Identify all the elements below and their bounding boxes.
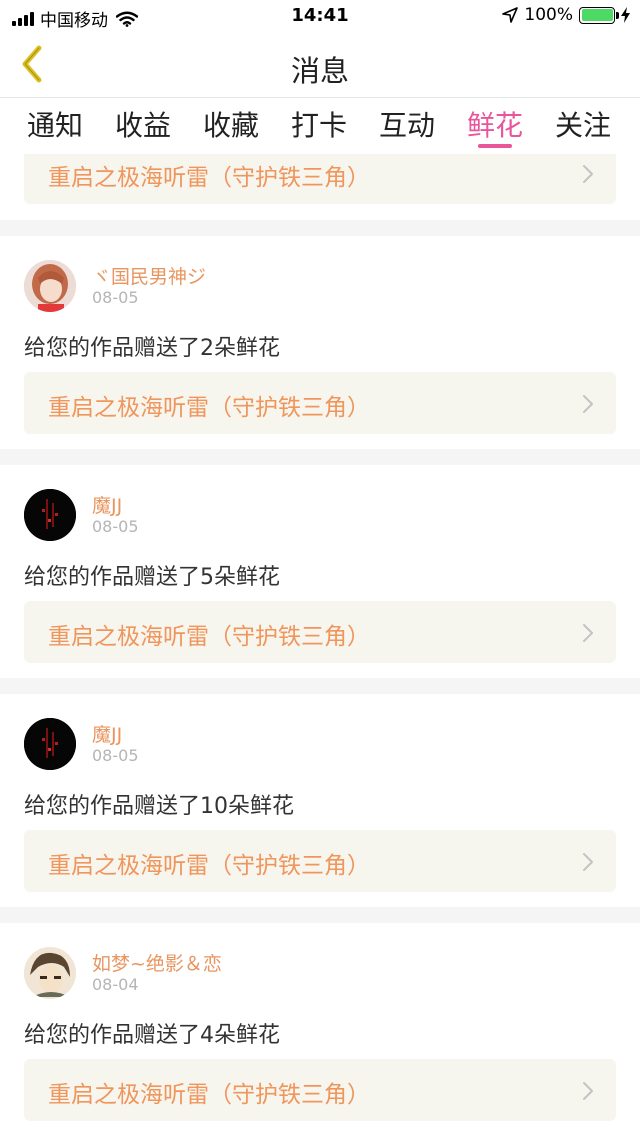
sender-name[interactable]: 魔JJ bbox=[92, 720, 122, 747]
work-title: 重启之极海听雷（守护铁三角） bbox=[48, 395, 370, 421]
nav-bar: 消息 bbox=[0, 32, 640, 98]
flower-message-list: 重启之极海听雷（守护铁三角） ヾ国民男神ジ 08-05 给您的作品赠送了2朵鲜花… bbox=[0, 154, 640, 1138]
work-link[interactable]: 重启之极海听雷（守护铁三角） bbox=[24, 372, 616, 434]
message-date: 08-05 bbox=[92, 746, 139, 765]
page-title: 消息 bbox=[290, 54, 349, 88]
avatar-image bbox=[24, 260, 76, 312]
avatar[interactable] bbox=[24, 260, 76, 312]
chevron-right-icon bbox=[583, 624, 593, 642]
sender-name[interactable]: 如梦~绝影＆恋 bbox=[92, 949, 222, 976]
avatar[interactable] bbox=[24, 947, 76, 999]
chevron-right-icon bbox=[583, 165, 593, 183]
work-link[interactable]: 重启之极海听雷（守护铁三角） bbox=[24, 154, 616, 204]
list-item: ヾ国民男神ジ 08-05 给您的作品赠送了2朵鲜花 重启之极海听雷（守护铁三角） bbox=[0, 236, 640, 449]
avatar-image bbox=[24, 489, 76, 541]
sender-name[interactable]: ヾ国民男神ジ bbox=[92, 262, 206, 289]
chevron-right-icon bbox=[583, 395, 593, 413]
sender-name[interactable]: 魔JJ bbox=[92, 491, 122, 518]
tab-interactions[interactable]: 互动 bbox=[375, 104, 439, 144]
message-date: 08-05 bbox=[92, 288, 139, 307]
avatar-image bbox=[24, 947, 76, 999]
tab-favorites[interactable]: 收藏 bbox=[199, 104, 263, 144]
work-title: 重启之极海听雷（守护铁三角） bbox=[48, 853, 370, 879]
status-bar: 中国移动 14:41 100% bbox=[0, 0, 640, 32]
message-date: 08-04 bbox=[92, 975, 139, 994]
message-text: 给您的作品赠送了4朵鲜花 bbox=[24, 1023, 280, 1048]
work-title: 重启之极海听雷（守护铁三角） bbox=[48, 1082, 370, 1108]
work-link[interactable]: 重启之极海听雷（守护铁三角） bbox=[24, 830, 616, 892]
avatar[interactable] bbox=[24, 489, 76, 541]
status-right: 100% bbox=[502, 5, 630, 25]
battery-percent: 100% bbox=[524, 5, 573, 25]
chevron-right-icon bbox=[583, 853, 593, 871]
avatar-image bbox=[24, 718, 76, 770]
active-tab-indicator bbox=[478, 144, 512, 148]
message-text: 给您的作品赠送了5朵鲜花 bbox=[24, 565, 280, 590]
list-item: 如梦~绝影＆恋 08-04 给您的作品赠送了4朵鲜花 重启之极海听雷（守护铁三角… bbox=[0, 923, 640, 1138]
work-link[interactable]: 重启之极海听雷（守护铁三角） bbox=[24, 1059, 616, 1121]
tab-checkin[interactable]: 打卡 bbox=[287, 104, 351, 144]
charging-bolt-icon bbox=[621, 7, 630, 23]
tab-notifications[interactable]: 通知 bbox=[23, 104, 87, 144]
work-link[interactable]: 重启之极海听雷（守护铁三角） bbox=[24, 601, 616, 663]
list-item: 魔JJ 08-05 给您的作品赠送了10朵鲜花 重启之极海听雷（守护铁三角） bbox=[0, 694, 640, 907]
tab-flowers[interactable]: 鲜花 bbox=[463, 104, 527, 144]
message-text: 给您的作品赠送了10朵鲜花 bbox=[24, 794, 294, 819]
battery-icon bbox=[579, 6, 619, 24]
avatar[interactable] bbox=[24, 718, 76, 770]
message-text: 给您的作品赠送了2朵鲜花 bbox=[24, 336, 280, 361]
tab-following[interactable]: 关注 bbox=[551, 104, 615, 144]
location-arrow-icon bbox=[502, 7, 519, 23]
work-title: 重启之极海听雷（守护铁三角） bbox=[48, 624, 370, 650]
list-item: 魔JJ 08-05 给您的作品赠送了5朵鲜花 重启之极海听雷（守护铁三角） bbox=[0, 465, 640, 678]
message-date: 08-05 bbox=[92, 517, 139, 536]
work-title: 重启之极海听雷（守护铁三角） bbox=[48, 165, 370, 191]
tab-bar: 通知 收益 收藏 打卡 互动 鲜花 关注 bbox=[0, 98, 640, 154]
list-item: 重启之极海听雷（守护铁三角） bbox=[0, 154, 640, 220]
chevron-right-icon bbox=[583, 1082, 593, 1100]
tab-earnings[interactable]: 收益 bbox=[111, 104, 175, 144]
